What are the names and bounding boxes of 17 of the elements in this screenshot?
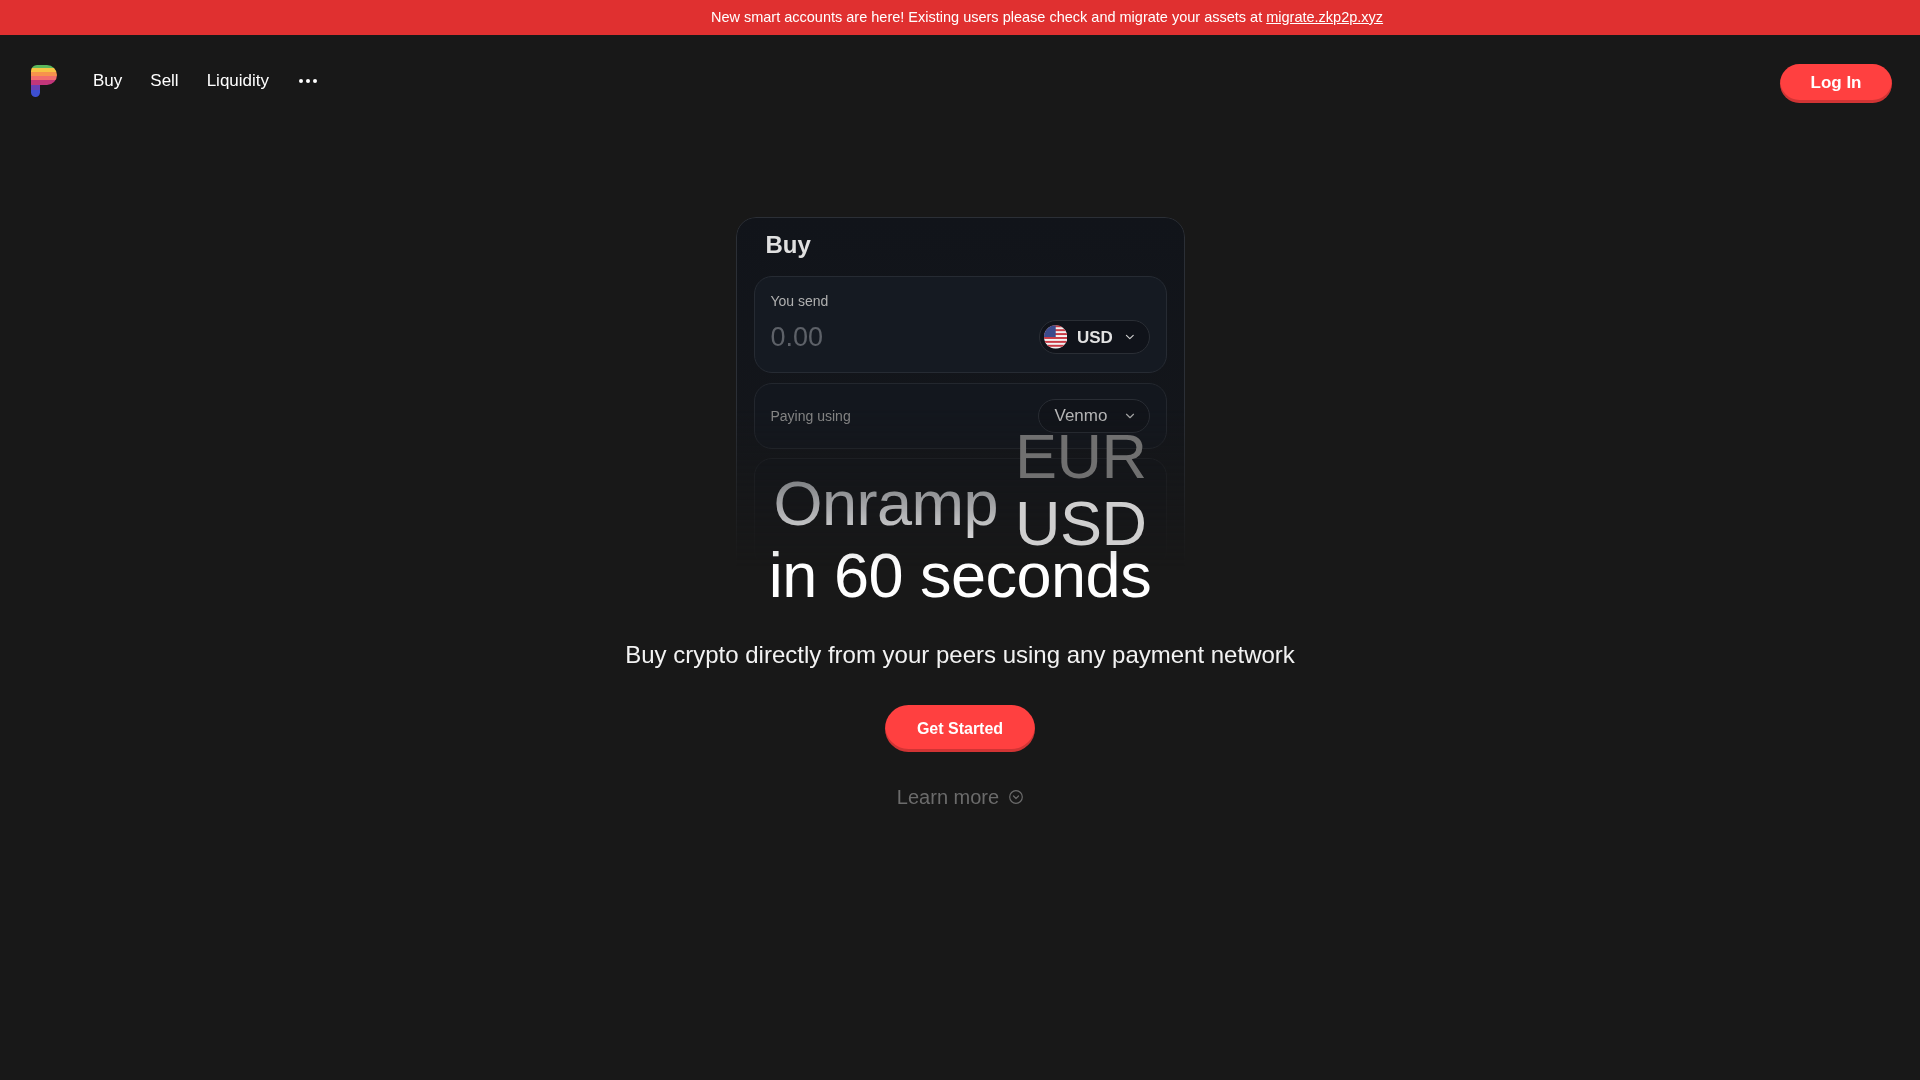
payment-method-select[interactable]: Venmo bbox=[1037, 399, 1150, 433]
nav-link[interactable]: Buy bbox=[93, 68, 123, 94]
nav-link[interactable]: Sell bbox=[150, 68, 179, 94]
payment-label: Paying using bbox=[770, 406, 851, 426]
chevron-down-circle-icon bbox=[1009, 790, 1024, 804]
hero-subtitle: Buy crypto directly from your peers using any payment network bbox=[625, 640, 1295, 670]
amount-input[interactable]: 0.00 bbox=[770, 317, 971, 358]
logo-icon bbox=[31, 65, 57, 97]
migrate-link[interactable]: migrate.zkp2p.xyz bbox=[1266, 8, 1384, 25]
card-title: Buy bbox=[765, 230, 812, 260]
flag-icon bbox=[1043, 325, 1067, 350]
heading-text: Onramp bbox=[773, 468, 998, 538]
nav-link[interactable]: Liquidity bbox=[206, 68, 270, 94]
send-label: You send bbox=[770, 292, 830, 311]
currency-select[interactable]: USD bbox=[1038, 320, 1150, 355]
more-icon bbox=[299, 79, 318, 83]
announcement-text: New smart accounts are here! Existing users please check and migrate your assets at migrate.zkp2p.xyz bbox=[710, 7, 1384, 27]
